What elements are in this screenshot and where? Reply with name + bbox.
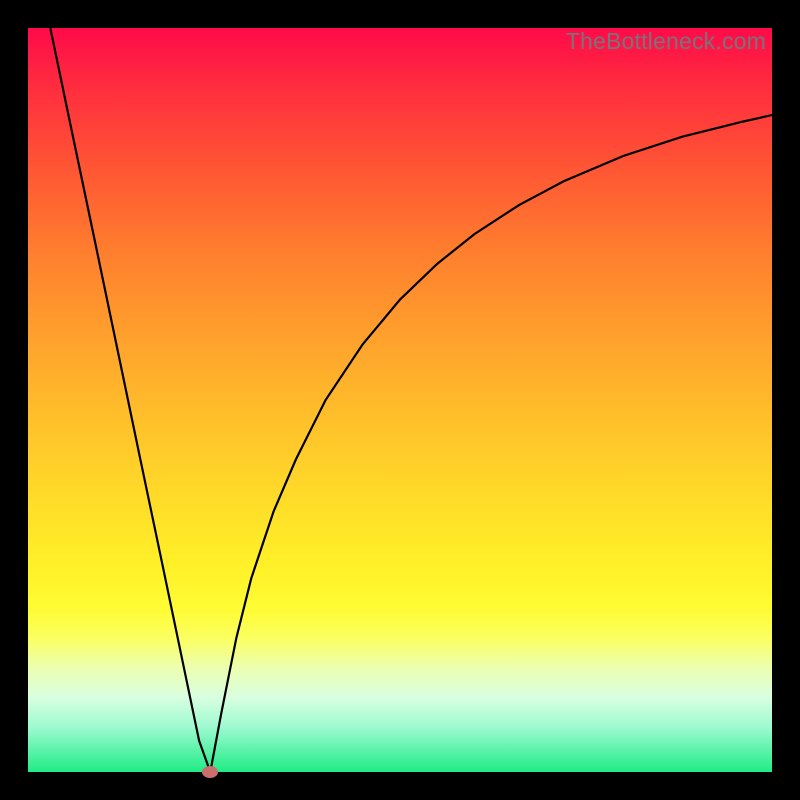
curve-path xyxy=(50,28,772,772)
chart-frame: TheBottleneck.com xyxy=(0,0,800,800)
bottleneck-curve xyxy=(28,28,772,772)
chart-plot-area: TheBottleneck.com xyxy=(28,28,772,772)
optimal-point-marker xyxy=(202,766,218,778)
